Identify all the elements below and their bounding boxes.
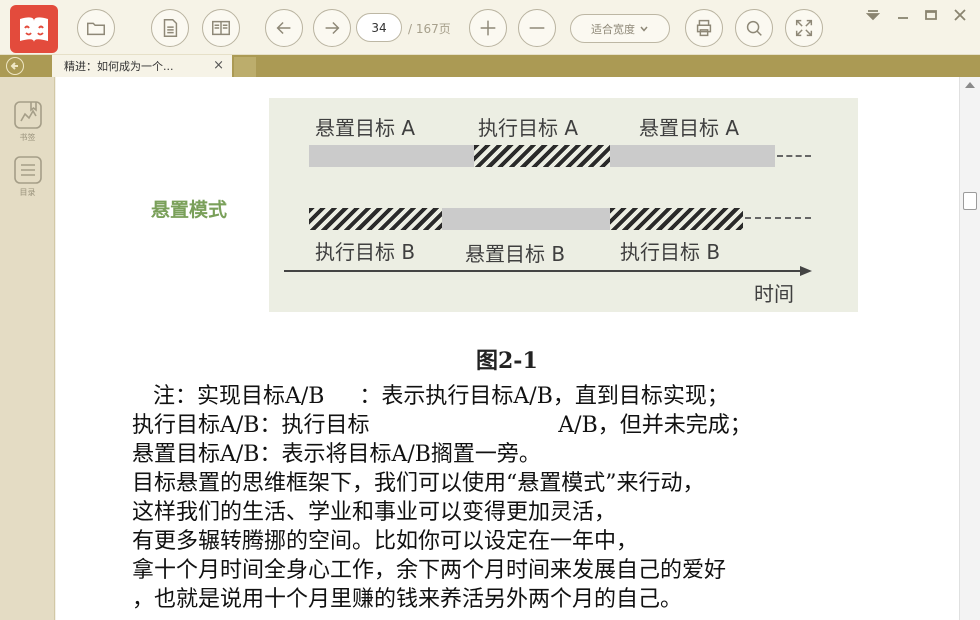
paragraph-line: 悬置目标A/B：表示将目标A/B搁置一旁。 [132,442,541,467]
caret-down-icon [866,10,880,21]
time-axis-arrow [284,266,812,276]
fullscreen-button[interactable] [785,9,823,47]
paragraph-line: 有更多辗转腾挪的空间。比如你可以设定在一年中， [132,529,639,554]
next-page-button[interactable] [313,9,351,47]
paragraph-line: 这样我们的生活、学业和事业可以变得更加灵活， [132,500,617,525]
single-page-icon [163,19,178,37]
fullscreen-icon [795,19,813,37]
arrow-left-icon [10,62,18,70]
arrow-left-icon [276,21,291,35]
prev-page-button[interactable] [265,9,303,47]
new-tab-button[interactable] [234,57,256,77]
menu-dropdown-button[interactable] [864,7,882,23]
scroll-up-icon[interactable] [965,82,975,88]
diagram-label: 执行目标 A [478,116,579,140]
search-icon [746,20,762,36]
close-icon [954,9,966,21]
double-page-icon [212,20,230,36]
arrow-right-icon [325,21,340,35]
print-button[interactable] [685,9,723,47]
plus-icon [480,20,496,36]
tab-label: 精进：如何成为一个... [64,60,174,73]
track-b-execute-bar [610,208,743,230]
tab-document[interactable]: 精进：如何成为一个... × [52,55,232,77]
open-file-button[interactable] [77,9,115,47]
page-number-input[interactable] [356,13,402,42]
book-logo-icon [20,17,48,42]
sidebar-item-label: 目录 [19,188,36,197]
track-a-continuation [777,155,811,157]
minus-icon [529,27,545,29]
chevron-down-icon [640,26,648,32]
track-b-execute-bar [309,208,442,230]
document-page: 悬置目标 A 执行目标 A 悬置目标 A 执行目标 B 悬置目标 B 执行目标 … [56,77,959,620]
paragraph-line: 目标悬置的思维框架下，我们可以使用“悬置模式”来行动， [132,471,705,496]
close-window-button[interactable] [951,7,969,23]
zoom-mode-label: 适合宽度 [591,22,635,36]
vertical-scrollbar[interactable] [959,77,980,620]
page-total: / 167页 [408,22,451,36]
maximize-button[interactable] [922,7,940,23]
diagram-label: 执行目标 B [315,240,416,264]
tab-close-icon[interactable]: × [213,58,224,74]
zoom-in-button[interactable] [469,9,507,47]
printer-icon [696,19,712,37]
track-a-suspend-bar [610,145,775,167]
single-page-button[interactable] [151,9,189,47]
folder-icon [87,22,105,36]
paragraph-line: 注：实现目标A/B ：表示执行目标A/B，直到目标实现； [132,384,729,409]
paragraph-line: ，也就是说用十个月里赚的钱来养活另外两个月的自己。 [132,587,683,612]
zoom-mode-select[interactable]: 适合宽度 [570,14,670,43]
diagram-label: 执行目标 B [620,240,721,264]
diagram-label: 悬置目标 A [315,116,416,140]
tab-bar: 精进：如何成为一个... × [0,55,980,77]
sidebar-item-toc[interactable]: 目录 [11,154,44,198]
sidebar-item-bookmark[interactable]: 书签 [11,99,44,143]
track-a-suspend-bar [309,145,474,167]
double-page-button[interactable] [202,9,240,47]
maximize-icon [925,10,937,20]
mode-label: 悬置模式 [151,199,228,221]
zoom-out-button[interactable] [518,9,556,47]
paragraph-line: 拿十个月时间全身心工作，余下两个月时间来发展自己的爱好 [132,558,727,583]
search-button[interactable] [735,9,773,47]
scrollbar-thumb[interactable] [963,192,977,210]
figure-caption: 图2-1 [476,348,538,374]
minimize-button[interactable] [894,7,912,23]
diagram-label: 悬置目标 B [465,242,566,266]
bookmark-icon [13,101,42,129]
diagram-label: 悬置目标 A [639,116,740,140]
minimize-icon [898,17,908,19]
toolbar: / 167页 适合宽度 [0,0,980,55]
left-sidebar: 书签 目录 [0,77,55,620]
track-b-suspend-bar [442,208,610,230]
track-b-continuation [745,217,811,219]
back-button[interactable] [6,57,24,75]
toc-icon [13,156,42,184]
paragraph-line: 执行目标A/B：执行目标 A/B，但并未完成； [132,413,752,438]
sidebar-item-label: 书签 [19,133,36,142]
track-a-execute-bar [474,145,610,167]
time-axis-label: 时间 [754,282,794,306]
app-logo [10,5,58,53]
